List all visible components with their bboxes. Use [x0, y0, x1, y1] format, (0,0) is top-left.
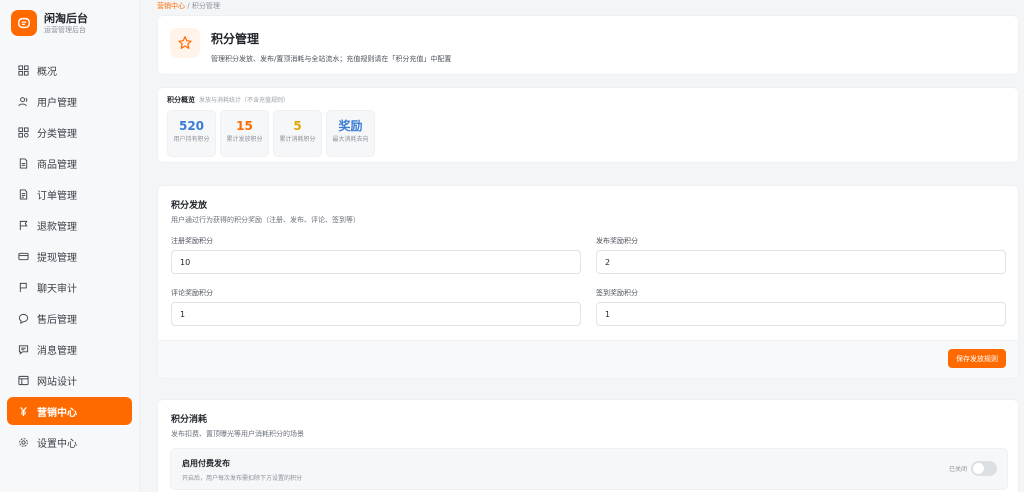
stat-value: 15: [236, 119, 253, 133]
points-consumption-section: 积分消耗 发布扣费、置顶曝光等用户消耗积分的场景 启用付费发布 开启后，用户每次…: [157, 399, 1019, 492]
issuance-footer: 保存发放规则: [158, 340, 1018, 378]
paid-publish-toggle[interactable]: [971, 461, 997, 476]
sidebar-item-orders[interactable]: 订单管理: [7, 180, 132, 208]
order-icon: [17, 188, 29, 200]
sidebar-item-marketing[interactable]: 营销中心: [7, 397, 132, 425]
register-points-input[interactable]: [171, 250, 581, 274]
breadcrumb-parent[interactable]: 营销中心: [157, 2, 185, 10]
sidebar-item-label: 订单管理: [37, 190, 77, 202]
sidebar-item-refunds[interactable]: 退款管理: [7, 211, 132, 239]
users-icon: [17, 95, 29, 107]
comment-points-input[interactable]: [171, 302, 581, 326]
flag-outline-icon: [17, 281, 29, 293]
issuance-subtitle: 用户通过行为获得的积分奖励（注册、发布、评论、签到等）: [171, 216, 360, 224]
gear-icon: [17, 436, 29, 448]
sidebar-item-messages[interactable]: 消息管理: [7, 335, 132, 363]
consumption-subtitle: 发布扣费、置顶曝光等用户消耗积分的场景: [171, 430, 304, 438]
yen-icon: [17, 405, 29, 417]
flag-icon: [17, 219, 29, 231]
brand: 闲淘后台 运营管理后台: [0, 0, 139, 46]
stat-value: 520: [178, 119, 205, 133]
breadcrumb-current: 积分管理: [191, 2, 220, 10]
overview-subtitle: 发放与消耗统计（不含充值规则）: [199, 97, 290, 104]
brand-title: 闲淘后台: [44, 11, 88, 25]
sidebar-item-label: 设置中心: [37, 438, 77, 450]
consumption-title: 积分消耗: [171, 415, 208, 425]
category-icon: [17, 126, 29, 138]
sidebar-item-label: 退款管理: [37, 221, 77, 233]
paid-publish-row: 启用付费发布 开启后，用户每次发布需扣除下方设置的积分 已关闭: [170, 448, 1008, 490]
checkin-points-label: 签到奖励积分: [596, 289, 638, 297]
chat-bubble-icon: [11, 10, 37, 36]
sidebar-item-overview[interactable]: 概况: [7, 56, 132, 84]
sidebar-item-label: 用户管理: [37, 97, 77, 109]
sidebar-item-label: 提现管理: [37, 252, 77, 264]
message-icon: [17, 343, 29, 355]
paid-publish-title: 启用付费发布: [182, 459, 230, 468]
document-icon: [17, 157, 29, 169]
stat-card-consumed: 5 累计消耗积分: [273, 110, 322, 157]
paid-publish-description: 开启后，用户每次发布需扣除下方设置的积分: [182, 475, 303, 482]
publish-points-label: 发布奖励积分: [596, 237, 638, 245]
points-overview: 积分概览 发放与消耗统计（不含充值规则） 520 用户持有积分 15 累计发放积分…: [157, 87, 1019, 163]
grid-icon: [17, 64, 29, 76]
sidebar-item-users[interactable]: 用户管理: [7, 87, 132, 115]
checkin-points-input[interactable]: [596, 302, 1006, 326]
stat-value: 5: [293, 119, 302, 133]
publish-points-input[interactable]: [596, 250, 1006, 274]
register-points-label: 注册奖励积分: [171, 237, 213, 245]
sidebar-item-withdrawals[interactable]: 提现管理: [7, 242, 132, 270]
sidebar: 闲淘后台 运营管理后台 概况用户管理分类管理商品管理订单管理退款管理提现管理聊天…: [0, 0, 140, 492]
sidebar-item-products[interactable]: 商品管理: [7, 149, 132, 177]
stat-card-issued: 15 累计发放积分: [220, 110, 269, 157]
comment-points-label: 评论奖励积分: [171, 289, 213, 297]
sidebar-item-categories[interactable]: 分类管理: [7, 118, 132, 146]
sidebar-item-label: 聊天审计: [37, 283, 77, 295]
toggle-state-label: 已关闭: [948, 466, 967, 473]
stat-card-top-sink: 奖励 最大消耗去向: [326, 110, 375, 157]
chat-icon: [17, 312, 29, 324]
sidebar-item-label: 营销中心: [37, 407, 77, 419]
points-issuance-section: 积分发放 用户通过行为获得的积分奖励（注册、发布、评论、签到等） 注册奖励积分 …: [157, 185, 1019, 379]
save-issuance-button[interactable]: 保存发放规则: [948, 349, 1006, 368]
sidebar-item-label: 网站设计: [37, 376, 77, 388]
sidebar-item-settings[interactable]: 设置中心: [7, 428, 132, 456]
sidebar-item-label: 概况: [37, 66, 57, 78]
issuance-title: 积分发放: [171, 201, 208, 211]
sidebar-nav: 概况用户管理分类管理商品管理订单管理退款管理提现管理聊天审计售后管理消息管理网站…: [0, 56, 139, 456]
page-description: 管理积分发放、发布/置顶消耗与全站流水；充值规则请在「积分充值」中配置: [211, 55, 452, 63]
stat-label: 累计发放积分: [226, 136, 263, 143]
layout-icon: [17, 374, 29, 386]
sidebar-item-chat-audit[interactable]: 聊天审计: [7, 273, 132, 301]
overview-title: 积分概览: [167, 96, 195, 104]
page-title: 积分管理: [211, 32, 260, 46]
star-icon: [170, 28, 200, 58]
sidebar-item-label: 分类管理: [37, 128, 77, 140]
brand-subtitle: 运营管理后台: [44, 25, 86, 34]
breadcrumb-separator: /: [187, 2, 190, 10]
sidebar-item-label: 商品管理: [37, 159, 77, 171]
stat-label: 用户持有积分: [173, 136, 210, 143]
sidebar-item-after-sales[interactable]: 售后管理: [7, 304, 132, 332]
page-header: 积分管理 管理积分发放、发布/置顶消耗与全站流水；充值规则请在「积分充值」中配置: [157, 15, 1019, 75]
stat-card-held: 520 用户持有积分: [167, 110, 216, 157]
breadcrumb: 营销中心 / 积分管理: [157, 1, 220, 11]
stat-value: 奖励: [338, 119, 363, 133]
sidebar-item-label: 消息管理: [37, 345, 77, 357]
sidebar-item-site-design[interactable]: 网站设计: [7, 366, 132, 394]
toggle-knob: [973, 463, 984, 474]
stat-label: 最大消耗去向: [332, 136, 369, 143]
wallet-icon: [17, 250, 29, 262]
stat-label: 累计消耗积分: [279, 136, 316, 143]
sidebar-item-label: 售后管理: [37, 314, 77, 326]
